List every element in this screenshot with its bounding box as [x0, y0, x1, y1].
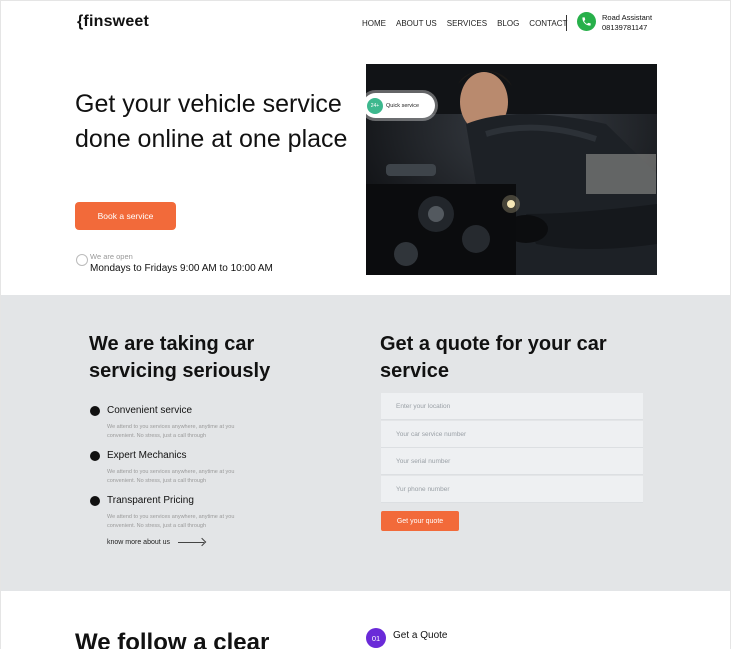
step-label: Get a Quote	[393, 630, 448, 641]
price-icon	[90, 496, 100, 506]
services-title: We are taking car servicing seriously	[89, 333, 271, 382]
feature-title-convenient: Convenient service	[107, 405, 193, 416]
open-hours: Mondays to Fridays 9:00 AM to 10:00 AM	[90, 263, 273, 274]
hero-title: Get your vehicle service done online at …	[75, 90, 348, 153]
road-assistant-label: Road Assistant	[602, 13, 653, 22]
quick-service-badge: 24+ Quick service	[363, 93, 435, 118]
feature-desc-convenient: We attend to you services anywhere, anyt…	[107, 424, 235, 439]
phone-glyph	[582, 17, 591, 26]
clock-icon	[76, 254, 88, 266]
nav-home[interactable]: HOME	[362, 19, 386, 28]
feature-desc-pricing: We attend to you services anywhere, anyt…	[107, 514, 235, 529]
know-more-label: know more about us	[107, 539, 171, 546]
gear-icon	[90, 406, 100, 416]
logo[interactable]: {finsweet	[77, 13, 149, 31]
arrow-right-icon	[178, 542, 205, 543]
quick-service-label: Quick service	[386, 102, 420, 109]
get-quote-button[interactable]: Get your quote	[381, 511, 459, 531]
feature-title-expert: Expert Mechanics	[107, 450, 187, 461]
nav-divider	[566, 15, 567, 31]
nav-about[interactable]: ABOUT US	[396, 19, 437, 28]
page: {finsweet HOME ABOUT US SERVICES BLOG CO…	[0, 0, 731, 649]
nav-blog[interactable]: BLOG	[497, 19, 519, 28]
feature-title-pricing: Transparent Pricing	[107, 495, 194, 506]
main-nav: HOME ABOUT US SERVICES BLOG CONTACT	[362, 19, 567, 28]
process-title: We follow a clear	[75, 629, 270, 649]
phone-number-input[interactable]	[381, 476, 643, 503]
road-assistant: Road Assistant 08139781147	[602, 13, 652, 33]
know-more-link[interactable]: know more about us	[107, 539, 205, 546]
car-service-number-input[interactable]	[381, 421, 643, 448]
phone-icon[interactable]	[577, 12, 596, 31]
nav-services[interactable]: SERVICES	[447, 19, 487, 28]
feature-desc-expert: We attend to you services anywhere, anyt…	[107, 469, 235, 484]
serial-number-input[interactable]	[381, 448, 643, 475]
open-label: We are open	[90, 252, 133, 261]
quote-title: Get a quote for your car service	[380, 333, 607, 382]
book-service-button[interactable]: Book a service	[75, 202, 176, 230]
location-input[interactable]	[381, 393, 643, 420]
road-assistant-phone[interactable]: 08139781147	[602, 23, 652, 33]
step-number-badge: 01	[366, 628, 386, 648]
quick-service-number: 24+	[367, 97, 383, 114]
nav-contact[interactable]: CONTACT	[529, 19, 567, 28]
mechanic-icon	[90, 451, 100, 461]
